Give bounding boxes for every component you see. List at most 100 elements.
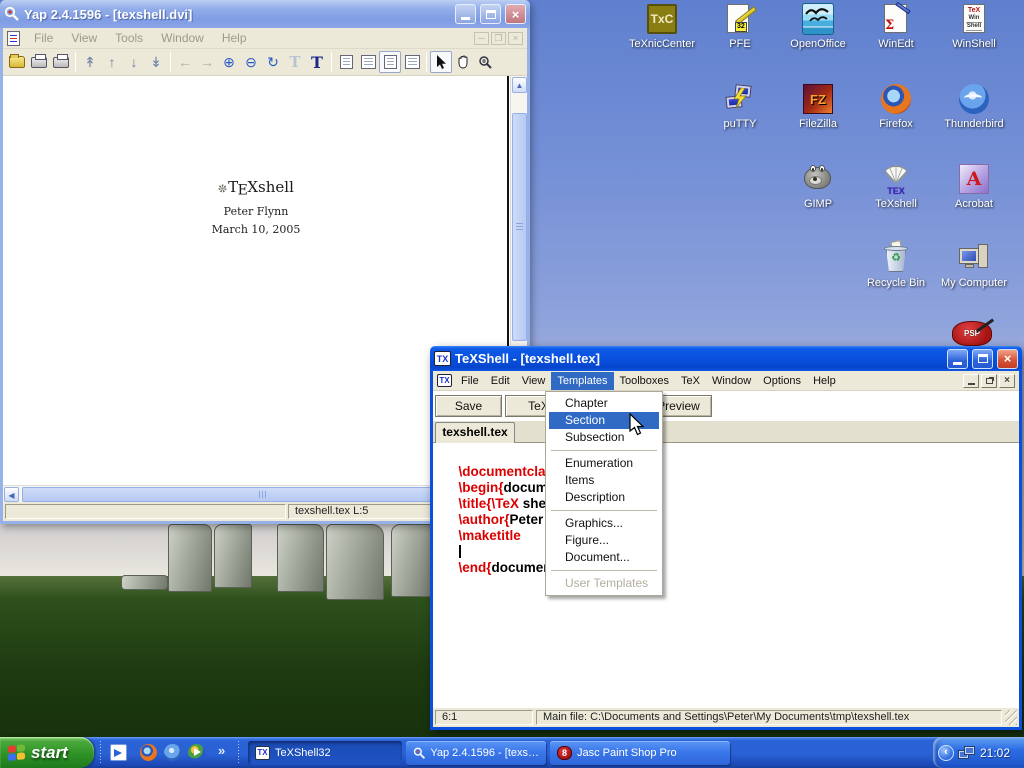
yap-menu-view[interactable]: View	[63, 29, 105, 47]
text-tool-icon[interactable]: T	[306, 51, 328, 73]
print-setup-icon[interactable]	[50, 51, 72, 73]
menu-toolboxes[interactable]: Toolboxes	[614, 372, 676, 390]
scroll-up-icon[interactable]: ▲	[512, 77, 527, 93]
desktop-icon-filezilla[interactable]: FZ FileZilla	[780, 82, 856, 130]
thunderbird-icon	[957, 82, 991, 116]
yap-close-button[interactable]: ×	[505, 4, 526, 24]
resize-grip[interactable]	[1005, 710, 1017, 725]
yap-menu-help[interactable]: Help	[214, 29, 255, 47]
menu-item-document[interactable]: Document...	[549, 549, 659, 566]
texshell-titlebar[interactable]: TX TeXShell - [texshell.tex] ×	[430, 346, 1022, 371]
thunderbird-quicklaunch-icon[interactable]	[164, 744, 181, 761]
desktop-icon-label: puTTY	[702, 118, 778, 130]
mdi-restore-button[interactable]: ❒	[491, 32, 506, 45]
taskbar-task-texshell32[interactable]: TX TeXShell32	[248, 741, 402, 765]
desktop-icon-label: FileZilla	[780, 118, 856, 130]
single-page-view-icon[interactable]	[335, 51, 357, 73]
texshell-minimize-button[interactable]	[947, 349, 968, 369]
mdi-close-button[interactable]: ×	[508, 32, 523, 45]
desktop-icon-pfe[interactable]: 32 PFE	[702, 2, 778, 50]
refresh-icon[interactable]: ↻	[262, 51, 284, 73]
menu-options[interactable]: Options	[757, 372, 807, 390]
firefox-quicklaunch-icon[interactable]	[140, 744, 157, 761]
tab-texshell-tex[interactable]: texshell.tex	[435, 422, 515, 443]
menu-item-description[interactable]: Description	[549, 489, 659, 506]
next-page-icon[interactable]: ↓	[123, 51, 145, 73]
desktop-icon-texshell[interactable]: TEX TeXshell	[858, 162, 934, 210]
yap-menu-file[interactable]: File	[26, 29, 61, 47]
forward-icon[interactable]: →	[196, 51, 218, 73]
mdi-close-button[interactable]: ×	[999, 374, 1015, 388]
magnifier-tool-icon[interactable]	[474, 51, 496, 73]
hand-tool-icon[interactable]	[452, 51, 474, 73]
yap-minimize-button[interactable]	[455, 4, 476, 24]
wallpaper-stone	[214, 524, 252, 588]
back-icon[interactable]: ←	[174, 51, 196, 73]
lightning-icon	[731, 88, 749, 108]
zoom-in-icon[interactable]: ⊕	[218, 51, 240, 73]
double-page-view-icon[interactable]	[357, 51, 379, 73]
ruler-text-tool-icon[interactable]: T	[284, 51, 306, 73]
system-tray: ‹ 21:02	[933, 737, 1024, 768]
yap-titlebar[interactable]: Yap 2.4.1596 - [texshell.dvi] ×	[0, 0, 530, 28]
desktop-icon-acrobat[interactable]: A Acrobat	[936, 162, 1012, 210]
save-button[interactable]: Save	[435, 395, 502, 417]
collapse-arrow-icon[interactable]: ‹	[938, 745, 954, 761]
menu-edit[interactable]: Edit	[485, 372, 516, 390]
vertical-scroll-thumb[interactable]	[512, 113, 527, 341]
paint-shop-pro-icon[interactable]: PSP	[952, 321, 992, 346]
menu-item-chapter[interactable]: Chapter	[549, 395, 659, 412]
mdi-minimize-button[interactable]	[963, 374, 979, 388]
desktop-icon-texniccenter[interactable]: TxC TeXnicCenter	[624, 2, 700, 50]
taskbar-task-paint-shop-pro[interactable]: 8 Jasc Paint Shop Pro	[550, 741, 730, 765]
zoom-out-icon[interactable]: ⊖	[240, 51, 262, 73]
winedt-icon: Σ	[879, 2, 913, 36]
menu-item-figure[interactable]: Figure...	[549, 532, 659, 549]
texshell-close-button[interactable]: ×	[997, 349, 1018, 369]
desktop-icon-winedt[interactable]: Σ WinEdt	[858, 2, 934, 50]
menu-item-enumeration[interactable]: Enumeration	[549, 455, 659, 472]
wallpaper-stone	[326, 524, 384, 600]
desktop-icon-thunderbird[interactable]: Thunderbird	[936, 82, 1012, 130]
start-button[interactable]: start	[0, 737, 94, 768]
media-player-quicklaunch-icon[interactable]	[188, 744, 205, 761]
desktop-icon-gimp[interactable]: GIMP	[780, 162, 856, 210]
desktop-icon-label: Acrobat	[936, 198, 1012, 210]
menu-item-user-templates[interactable]: User Templates	[549, 575, 659, 592]
taskbar-task-yap[interactable]: Yap 2.4.1596 - [texs…	[406, 741, 546, 765]
texshell-maximize-button[interactable]	[972, 349, 993, 369]
mdi-minimize-button[interactable]: ─	[474, 32, 489, 45]
editor-area[interactable]: \documentclass{article} \begin{document}…	[433, 443, 1019, 708]
previous-page-icon[interactable]: ↑	[101, 51, 123, 73]
first-page-icon[interactable]: ↟	[79, 51, 101, 73]
select-tool-icon[interactable]	[430, 51, 452, 73]
open-document-icon[interactable]	[6, 51, 28, 73]
desktop-icon-my-computer[interactable]: My Computer	[936, 241, 1012, 289]
menu-view[interactable]: View	[516, 372, 552, 390]
yap-maximize-button[interactable]	[480, 4, 501, 24]
last-page-icon[interactable]: ↡	[145, 51, 167, 73]
desktop-icon-firefox[interactable]: Firefox	[858, 82, 934, 130]
outlook-express-icon[interactable]	[110, 744, 127, 761]
desktop-icon-openoffice[interactable]: OpenOffice	[780, 2, 856, 50]
desktop-icon-winshell[interactable]: TeX Win Shell WinShell	[936, 2, 1012, 50]
desktop-icon-putty[interactable]: puTTY	[702, 82, 778, 130]
continuous-facing-view-icon[interactable]	[401, 51, 423, 73]
menu-window[interactable]: Window	[706, 372, 757, 390]
menu-templates[interactable]: Templates	[551, 372, 613, 390]
print-icon[interactable]	[28, 51, 50, 73]
menu-item-items[interactable]: Items	[549, 472, 659, 489]
yap-menu-window[interactable]: Window	[153, 29, 212, 47]
quicklaunch-overflow-chevron[interactable]: »	[218, 743, 225, 758]
desktop-icon-recycle-bin[interactable]: ♻ Recycle Bin	[858, 241, 934, 289]
continuous-view-icon[interactable]	[379, 51, 401, 73]
menu-file[interactable]: File	[455, 372, 485, 390]
menu-item-graphics[interactable]: Graphics...	[549, 515, 659, 532]
yap-menu-tools[interactable]: Tools	[107, 29, 151, 47]
mdi-restore-button[interactable]	[981, 374, 997, 388]
menu-tex[interactable]: TeX	[675, 372, 706, 390]
scroll-left-icon[interactable]: ◀	[4, 487, 19, 502]
menu-help[interactable]: Help	[807, 372, 842, 390]
network-status-icon[interactable]	[958, 745, 976, 761]
pfe-icon: 32	[723, 2, 757, 36]
